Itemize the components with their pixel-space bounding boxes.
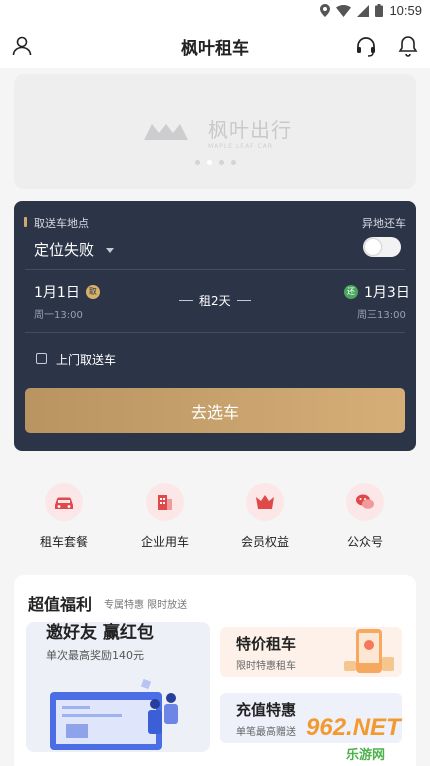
benefits-subtitle: 专属特惠 限时放送 (104, 600, 188, 611)
remote-return-toggle[interactable] (363, 237, 401, 257)
building-icon (146, 483, 184, 521)
booking-card: 取送车地点 异地还车 定位失败 1月1日 取 周一13:00 租2天 还 1月3… (14, 201, 416, 451)
promo-invite-subtitle: 单次最高奖励140元 (46, 649, 144, 662)
status-icons: 10:59 (320, 3, 422, 18)
banner-brand-sub: MAPLE LEAF CAR (208, 143, 273, 150)
wifi-icon (336, 4, 352, 17)
pickup-date-value: 1月1日 (34, 285, 80, 301)
wechat-icon (346, 483, 384, 521)
toggle-knob (365, 239, 381, 255)
invite-illustration (50, 678, 178, 750)
benefits-title: 超值福利 (28, 595, 93, 614)
rental-duration: 租2天 (179, 292, 251, 309)
carousel-dot-active[interactable] (206, 160, 212, 165)
app-header: 枫叶租车 (0, 24, 430, 68)
dash-line (179, 300, 193, 301)
banner-logo: 枫叶出行 MAPLE LEAF CAR (142, 114, 292, 150)
site-watermark: 962.NET 乐游网 (300, 712, 428, 764)
promo-special-title: 特价租车 (236, 635, 297, 653)
promo-invite-title: 邀好友 赢红包 (46, 623, 154, 643)
return-date[interactable]: 还 1月3日 (344, 282, 410, 302)
headset-icon[interactable] (354, 34, 378, 58)
door-delivery-label[interactable]: 上门取送车 (56, 351, 116, 368)
door-delivery-checkbox[interactable] (36, 353, 47, 364)
return-date-value: 1月3日 (364, 285, 410, 301)
duration-text: 租2天 (199, 294, 231, 308)
watermark-name: 乐游网 (346, 748, 386, 763)
divider (25, 332, 405, 333)
signal-icon (357, 4, 370, 17)
return-time: 周三13:00 (357, 310, 406, 321)
promo-special-card[interactable]: 特价租车 限时特惠租车 (220, 627, 402, 677)
pickup-date[interactable]: 1月1日 取 (34, 282, 100, 302)
crown-icon (246, 483, 284, 521)
promo-special-subtitle: 限时特惠租车 (236, 661, 296, 672)
phone-illustration (344, 629, 394, 673)
promo-recharge-subtitle: 单笔最高赠送 (236, 727, 296, 738)
banner-carousel[interactable]: 枫叶出行 MAPLE LEAF CAR (14, 74, 416, 189)
dash-line (236, 300, 251, 301)
quick-item-label: 企业用车 (140, 535, 189, 549)
remote-return-label: 异地还车 (362, 217, 406, 230)
quick-item-package[interactable]: 租车套餐 (24, 483, 104, 550)
pickup-time: 周一13:00 (34, 310, 83, 321)
quick-item-enterprise[interactable]: 企业用车 (125, 483, 205, 550)
pickup-badge: 取 (85, 285, 100, 299)
quick-item-membership[interactable]: 会员权益 (225, 483, 305, 550)
status-bar: 10:59 (0, 0, 430, 24)
bell-icon[interactable] (396, 34, 420, 58)
divider (25, 269, 405, 270)
quick-item-label: 租车套餐 (39, 535, 88, 549)
promo-invite-card[interactable]: 邀好友 赢红包 单次最高奖励140元 (26, 622, 210, 752)
location-value: 定位失败 (34, 241, 95, 259)
accent-bar (24, 217, 27, 227)
carousel-dot[interactable] (194, 160, 200, 165)
promo-recharge-title: 充值特惠 (236, 701, 297, 719)
caret-down-icon (105, 247, 114, 253)
status-time: 10:59 (389, 3, 422, 18)
quick-item-label: 公众号 (346, 535, 383, 549)
carousel-dot[interactable] (218, 160, 224, 165)
quick-item-wechat[interactable]: 公众号 (325, 483, 405, 550)
banner-brand: 枫叶出行 (208, 118, 292, 142)
location-icon (320, 4, 331, 17)
carousel-dot[interactable] (230, 160, 236, 165)
battery-icon (375, 4, 384, 17)
location-selector[interactable]: 定位失败 (34, 239, 115, 260)
brand-logo-icon (144, 124, 188, 140)
location-label: 取送车地点 (34, 217, 89, 230)
car-icon (45, 483, 83, 521)
watermark-site: 962.NET (306, 714, 401, 741)
return-badge: 还 (344, 285, 358, 299)
choose-car-button[interactable]: 去选车 (25, 388, 405, 433)
quick-item-label: 会员权益 (240, 535, 289, 549)
carousel-dots (14, 160, 416, 165)
